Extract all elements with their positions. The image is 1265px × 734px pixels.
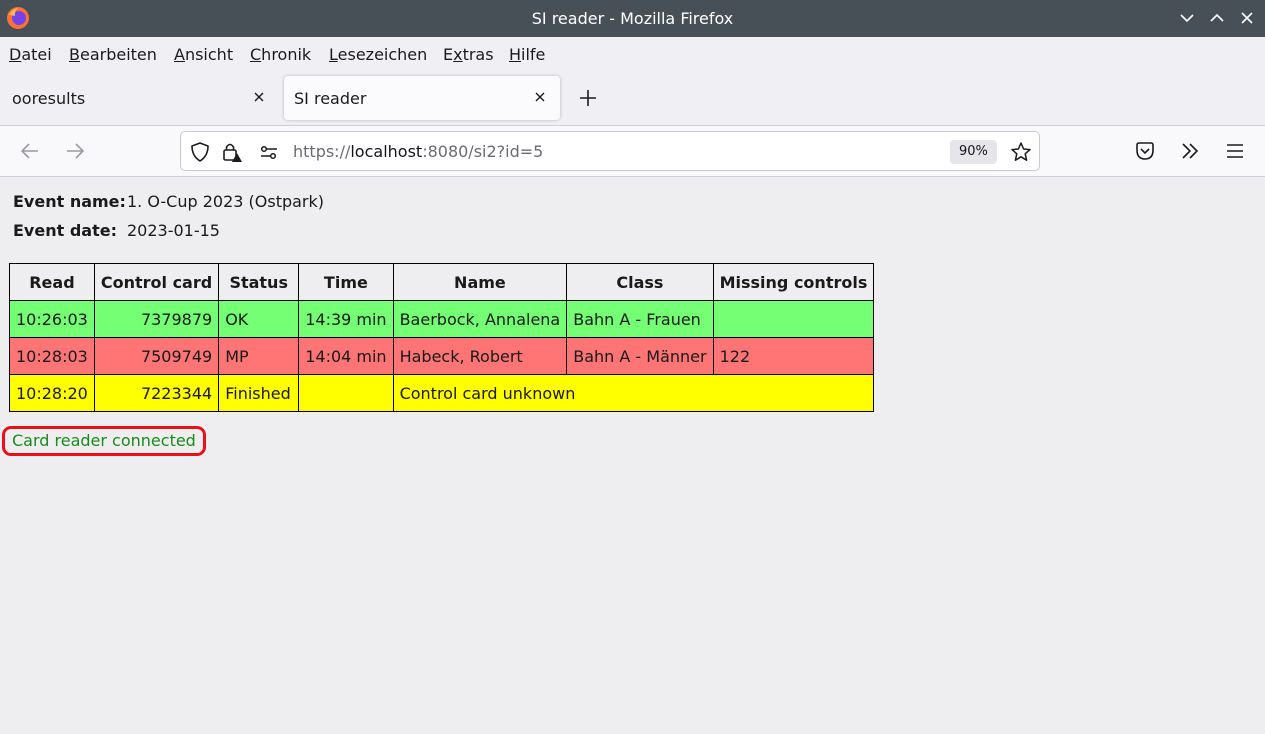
menu-extras[interactable]: Extras <box>443 45 494 64</box>
cell-control-card: 7223344 <box>93 374 220 412</box>
cell-time: 14:04 min <box>298 337 394 375</box>
tab-label: ooresults <box>12 89 86 108</box>
close-tab-icon[interactable] <box>532 89 548 105</box>
event-date-label: Event date: <box>13 221 117 240</box>
cell-missing-controls: 122 <box>712 337 875 375</box>
maximize-icon[interactable] <box>1207 8 1227 28</box>
shield-icon[interactable] <box>189 141 211 163</box>
event-name-value: 1. O-Cup 2023 (Ostpark) <box>127 192 325 211</box>
cell-control-card: 7379879 <box>93 300 220 338</box>
table-row: 10:28:03 7509749 MP 14:04 min Habeck, Ro… <box>9 337 875 375</box>
cell-name: Baerbock, Annalena <box>392 300 568 338</box>
close-tab-icon[interactable] <box>251 89 267 105</box>
cell-message: Control card unknown <box>392 374 875 412</box>
cell-status: Finished <box>218 374 300 412</box>
column-header-name: Name <box>392 263 568 301</box>
tab-label: SI reader <box>294 89 367 108</box>
cell-read: 10:28:20 <box>9 374 95 412</box>
cell-status: OK <box>218 300 300 338</box>
tab-si-reader[interactable]: SI reader <box>284 76 560 120</box>
zoom-level-button[interactable]: 90% <box>950 140 997 164</box>
forward-icon[interactable] <box>64 140 86 162</box>
hamburger-menu-icon[interactable] <box>1224 140 1246 162</box>
title-bar: SI reader - Mozilla Firefox <box>0 0 1265 37</box>
menu-bearbeiten[interactable]: Bearbeiten <box>69 45 157 64</box>
close-window-icon[interactable] <box>1237 8 1257 28</box>
cell-time <box>298 374 394 412</box>
cell-missing-controls <box>712 300 875 338</box>
lock-warning-icon[interactable] <box>221 141 243 163</box>
menu-ansicht[interactable]: Ansicht <box>174 45 233 64</box>
new-tab-icon[interactable] <box>578 88 598 108</box>
column-header-control-card: Control card <box>93 263 220 301</box>
card-reader-status: Card reader connected <box>2 426 206 456</box>
cell-read: 10:28:03 <box>9 337 95 375</box>
pocket-icon[interactable] <box>1134 140 1156 162</box>
table-row: 10:28:20 7223344 Finished Control card u… <box>9 374 875 412</box>
event-name-label: Event name: <box>13 192 126 211</box>
bookmark-star-icon[interactable] <box>1010 141 1032 163</box>
menu-hilfe[interactable]: Hilfe <box>509 45 545 64</box>
tab-ooresults[interactable]: ooresults <box>2 76 274 120</box>
overflow-chevron-icon[interactable] <box>1179 140 1201 162</box>
back-icon[interactable] <box>19 140 41 162</box>
results-table: Read Control card Status Time Name Class… <box>9 263 875 412</box>
cell-control-card: 7509749 <box>93 337 220 375</box>
table-row: 10:26:03 7379879 OK 14:39 min Baerbock, … <box>9 300 875 338</box>
column-header-read: Read <box>9 263 95 301</box>
cell-name: Habeck, Robert <box>392 337 568 375</box>
column-header-missing-controls: Missing controls <box>712 263 875 301</box>
menu-bar: Datei Bearbeiten Ansicht Chronik Lesezei… <box>0 37 1265 71</box>
cell-class: Bahn A - Männer <box>566 337 714 375</box>
page-content: Event name: 1. O-Cup 2023 (Ostpark) Even… <box>0 177 1265 734</box>
menu-chronik[interactable]: Chronik <box>250 45 311 64</box>
url-text[interactable]: https://localhost:8080/si2?id=5 <box>293 142 543 161</box>
minimize-icon[interactable] <box>1177 8 1197 28</box>
column-header-class: Class <box>566 263 714 301</box>
url-bar[interactable]: https://localhost:8080/si2?id=5 90% <box>180 131 1040 171</box>
tab-bar: ooresults SI reader <box>0 71 1265 126</box>
column-header-time: Time <box>298 263 394 301</box>
cell-read: 10:26:03 <box>9 300 95 338</box>
column-header-status: Status <box>218 263 300 301</box>
menu-datei[interactable]: Datei <box>9 45 52 64</box>
event-date-value: 2023-01-15 <box>127 221 220 240</box>
window-title: SI reader - Mozilla Firefox <box>531 9 734 28</box>
table-header-row: Read Control card Status Time Name Class… <box>9 263 875 301</box>
cell-class: Bahn A - Frauen <box>566 300 714 338</box>
menu-lesezeichen[interactable]: Lesezeichen <box>329 45 427 64</box>
cell-time: 14:39 min <box>298 300 394 338</box>
navigation-bar: https://localhost:8080/si2?id=5 90% <box>0 126 1265 177</box>
cell-status: MP <box>218 337 300 375</box>
permissions-icon[interactable] <box>258 141 280 163</box>
